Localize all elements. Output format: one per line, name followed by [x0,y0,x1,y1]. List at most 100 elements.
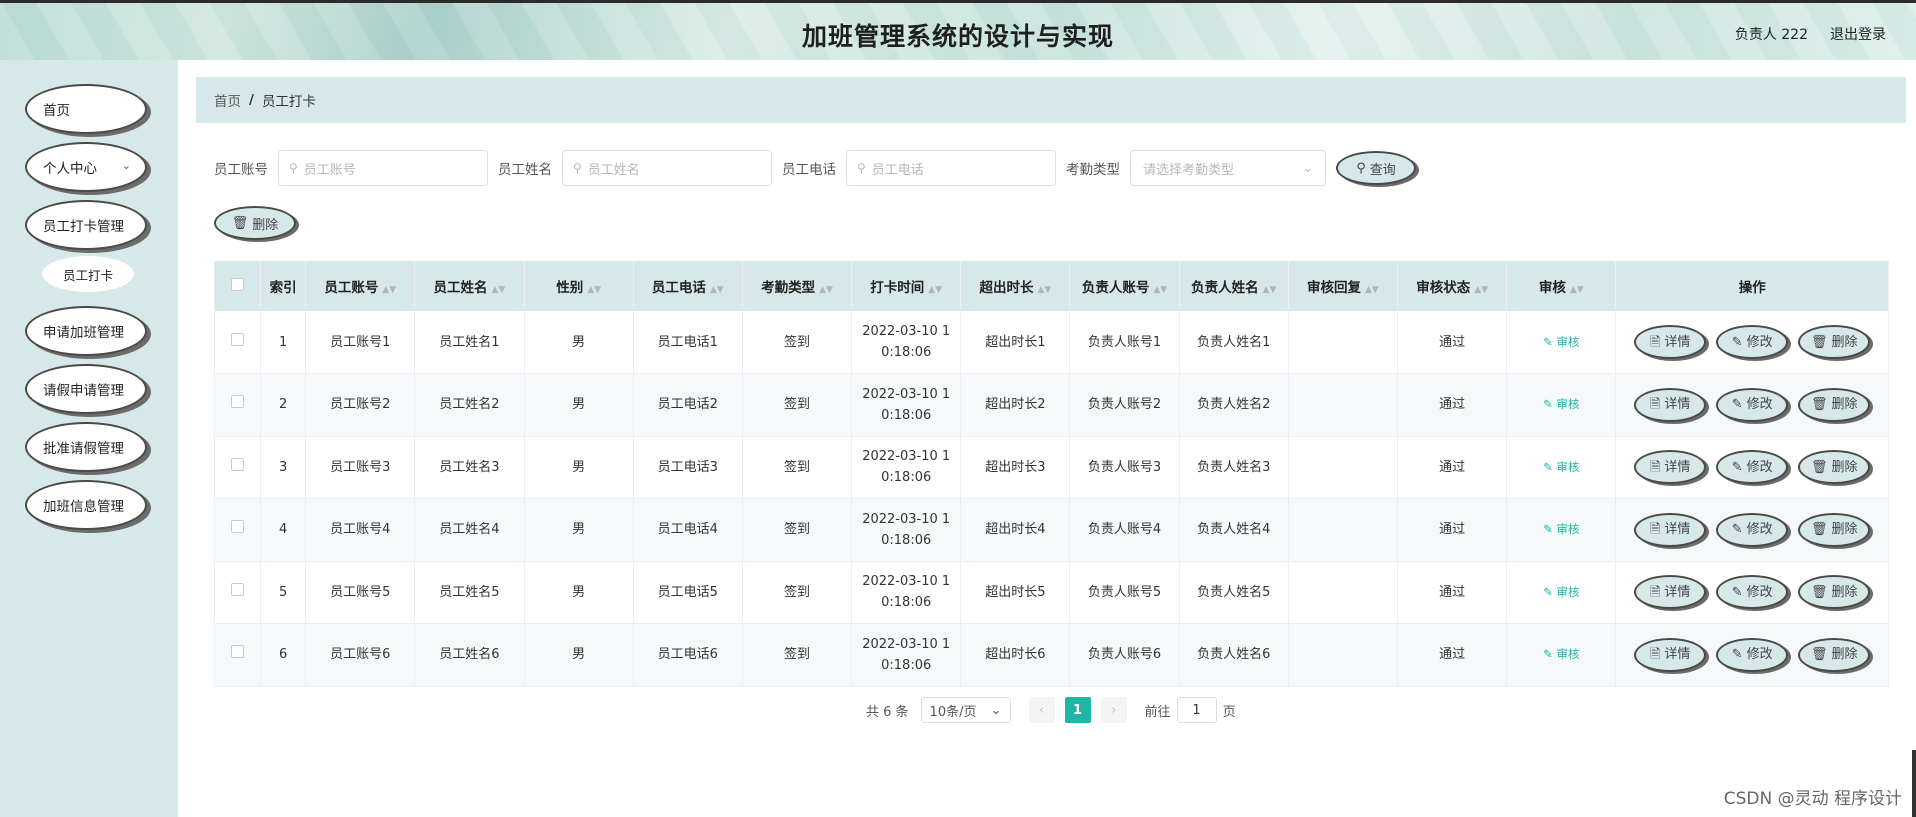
sort-icon[interactable]: ▲▼ [819,285,833,295]
column-header[interactable]: 审核 ▲▼ [1506,261,1617,311]
column-header[interactable]: 审核回复 ▲▼ [1288,261,1399,311]
detail-button[interactable]: 🗎 详情 [1634,387,1707,422]
row-select-cell[interactable] [213,561,262,624]
delete-button[interactable]: 🗑 删除 [1798,325,1871,359]
sidebar-item-clockin-management[interactable]: 员工打卡管理 [25,200,147,250]
sidebar-item-overtime-application[interactable]: 申请加班管理 [25,306,147,356]
delete-label: 删除 [1831,647,1858,663]
edit-button[interactable]: ✎ 修改 [1716,575,1789,610]
row-select-cell[interactable] [213,311,262,374]
cell-overtime: 超出时长4 [960,498,1071,562]
edit-button[interactable]: ✎ 修改 [1716,450,1789,485]
column-header[interactable]: 超出时长 ▲▼ [960,261,1071,311]
sort-icon[interactable]: ▲▼ [1153,285,1167,295]
trash-icon: 🗑 [231,215,249,231]
column-header[interactable]: 打卡时间 ▲▼ [851,261,962,311]
delete-button[interactable]: 🗑 删除 [1798,575,1871,610]
edit-pen-icon: ✎ [1543,397,1557,412]
column-header[interactable]: 性别 ▲▼ [524,261,634,311]
search-icon: ⚲ [573,161,582,175]
column-header[interactable]: 员工账号 ▲▼ [305,261,416,311]
row-checkbox[interactable] [231,582,245,596]
logout-link[interactable]: 退出登录 [1830,24,1886,44]
sort-icon[interactable]: ▲▼ [1263,285,1277,295]
sort-icon[interactable]: ▲▼ [1570,285,1584,295]
row-checkbox[interactable] [231,645,245,659]
sort-icon[interactable]: ▲▼ [710,285,724,295]
column-header[interactable]: 负责人账号 ▲▼ [1069,261,1180,311]
prev-page-button[interactable]: ‹ [1028,697,1055,723]
cell-time-line: 0:18:06 [881,532,932,548]
sidebar-item-home[interactable]: 首页 [25,84,147,134]
audit-link[interactable]: ✎ 审核 [1543,522,1579,536]
delete-label: 删除 [1831,584,1858,600]
column-header[interactable]: 考勤类型 ▲▼ [742,261,853,311]
row-select-cell[interactable] [213,623,262,687]
edit-button[interactable]: ✎ 修改 [1716,387,1789,422]
name-placeholder: 员工姓名 [587,162,640,178]
name-search-input[interactable]: ⚲ 员工姓名 [562,150,772,186]
bulk-delete-button[interactable]: 🗑 删除 [214,206,296,240]
search-icon: ⚲ [1356,160,1366,176]
column-header[interactable]: 审核状态 ▲▼ [1397,261,1508,311]
delete-button[interactable]: 🗑 删除 [1798,387,1871,422]
page-size-select[interactable]: 10条/页 ⌄ [920,697,1011,723]
sidebar-item-leave-application[interactable]: 请假申请管理 [25,364,147,414]
row-checkbox[interactable] [231,457,245,471]
detail-button[interactable]: 🗎 详情 [1634,325,1707,359]
sidebar-subitem-clockin[interactable]: 员工打卡 [42,256,134,292]
column-header[interactable]: 员工姓名 ▲▼ [414,261,525,311]
cell-account: 员工账号5 [305,561,416,624]
next-page-button[interactable]: › [1100,697,1127,723]
detail-button[interactable]: 🗎 详情 [1634,450,1707,485]
sidebar-item-leave-approval[interactable]: 批准请假管理 [25,422,147,472]
sort-icon[interactable]: ▲▼ [928,285,942,295]
edit-button[interactable]: ✎ 修改 [1716,512,1789,547]
sort-icon[interactable]: ▲▼ [382,285,396,295]
cell-type: 签到 [742,373,853,437]
cell-mgr-name: 负责人姓名3 [1179,436,1289,499]
select-all-checkbox[interactable] [231,277,245,291]
sidebar-item-overtime-info[interactable]: 加班信息管理 [25,480,147,530]
column-header[interactable]: 负责人姓名 ▲▼ [1179,261,1289,311]
delete-button[interactable]: 🗑 删除 [1798,450,1871,485]
row-select-cell[interactable] [213,373,262,437]
column-header[interactable]: 员工电话 ▲▼ [633,261,743,311]
account-search-input[interactable]: ⚲ 员工账号 [278,150,488,186]
edit-button[interactable]: ✎ 修改 [1716,637,1789,672]
audit-link[interactable]: ✎ 审核 [1543,647,1579,661]
select-all-cell[interactable] [213,261,262,311]
sort-icon[interactable]: ▲▼ [492,285,506,295]
delete-button[interactable]: 🗑 删除 [1798,512,1871,547]
sort-icon[interactable]: ▲▼ [1037,285,1051,295]
query-button[interactable]: ⚲ 查询 [1336,151,1416,185]
edit-button[interactable]: ✎ 修改 [1716,325,1789,359]
row-select-cell[interactable] [213,436,262,499]
audit-link[interactable]: ✎ 审核 [1543,335,1579,349]
sort-icon[interactable]: ▲▼ [1365,285,1379,295]
row-checkbox[interactable] [231,332,245,346]
detail-button[interactable]: 🗎 详情 [1634,575,1707,610]
detail-button[interactable]: 🗎 详情 [1634,512,1707,547]
goto-page-input[interactable]: 1 [1176,697,1217,723]
detail-button[interactable]: 🗎 详情 [1634,637,1707,672]
delete-button[interactable]: 🗑 删除 [1798,637,1871,672]
sort-icon[interactable]: ▲▼ [1474,285,1488,295]
cell-index: 3 [260,436,307,499]
breadcrumb-home[interactable]: 首页 [214,90,241,110]
cell-time: 2022-03-10 1 0:18:06 [851,498,962,562]
phone-search-input[interactable]: ⚲ 员工电话 [846,150,1056,186]
cell-account: 员工账号2 [305,373,416,437]
row-checkbox[interactable] [231,520,245,534]
current-user[interactable]: 负责人 222 [1735,24,1808,44]
sort-icon[interactable]: ▲▼ [587,285,601,295]
sidebar-item-personal-center[interactable]: 个人中心 ⌄ [25,142,147,192]
attendance-type-select[interactable]: 请选择考勤类型 ⌄ [1130,150,1326,186]
audit-link[interactable]: ✎ 审核 [1543,460,1579,474]
audit-link[interactable]: ✎ 审核 [1543,585,1579,599]
cell-reply [1288,498,1399,562]
row-select-cell[interactable] [213,498,262,562]
page-number-button[interactable]: 1 [1064,697,1091,723]
row-checkbox[interactable] [231,395,245,409]
audit-link[interactable]: ✎ 审核 [1543,397,1579,411]
